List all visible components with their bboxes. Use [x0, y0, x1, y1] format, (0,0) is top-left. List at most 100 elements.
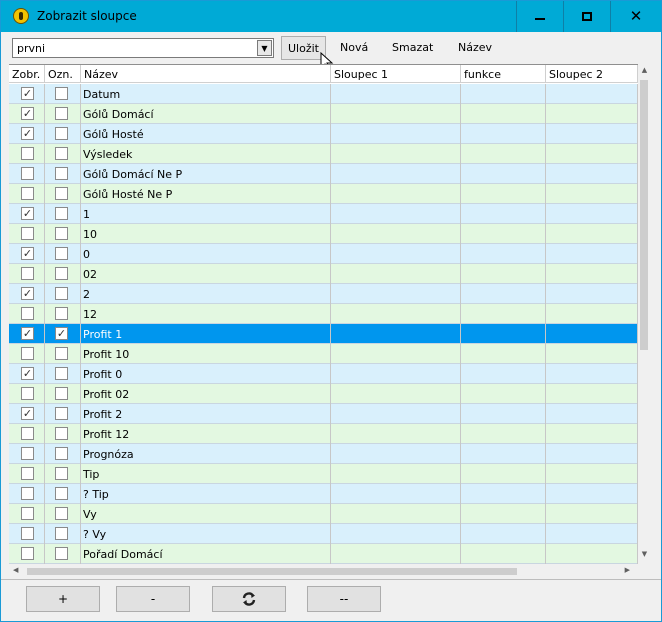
show-checkbox[interactable]: ✓ [21, 367, 34, 380]
mark-checkbox[interactable] [55, 307, 68, 320]
column-2-cell[interactable] [546, 164, 638, 184]
column-name-cell[interactable]: Profit 02 [81, 384, 331, 404]
function-cell[interactable] [461, 544, 546, 564]
column-2-cell[interactable] [546, 284, 638, 304]
show-checkbox[interactable]: ✓ [21, 107, 34, 120]
function-cell[interactable] [461, 344, 546, 364]
column-2-cell[interactable] [546, 184, 638, 204]
column-1-cell[interactable] [331, 304, 461, 324]
column-2-cell[interactable] [546, 504, 638, 524]
column-name-cell[interactable]: Gólů Hosté [81, 124, 331, 144]
column-1-cell[interactable] [331, 504, 461, 524]
function-cell[interactable] [461, 364, 546, 384]
column-name-cell[interactable]: Výsledek [81, 144, 331, 164]
table-row[interactable]: Vy [9, 504, 638, 524]
header-show[interactable]: Zobr. [9, 65, 45, 83]
column-name-cell[interactable]: 1 [81, 204, 331, 224]
column-name-cell[interactable]: 12 [81, 304, 331, 324]
column-2-cell[interactable] [546, 104, 638, 124]
header-column-2[interactable]: Sloupec 2 [546, 65, 638, 83]
column-2-cell[interactable] [546, 204, 638, 224]
function-cell[interactable] [461, 384, 546, 404]
column-1-cell[interactable] [331, 424, 461, 444]
horizontal-scrollbar[interactable]: ◀ ▶ [9, 564, 638, 578]
show-checkbox[interactable]: ✓ [21, 327, 34, 340]
mark-checkbox[interactable] [55, 527, 68, 540]
scroll-left-icon[interactable]: ◀ [13, 566, 18, 574]
column-name-cell[interactable]: Prognóza [81, 444, 331, 464]
function-cell[interactable] [461, 124, 546, 144]
function-cell[interactable] [461, 484, 546, 504]
vertical-scrollbar[interactable]: ▲ ▼ [638, 64, 651, 564]
column-1-cell[interactable] [331, 164, 461, 184]
column-2-cell[interactable] [546, 524, 638, 544]
show-checkbox[interactable] [21, 307, 34, 320]
function-cell[interactable] [461, 524, 546, 544]
remove-button[interactable]: - [116, 586, 190, 612]
show-checkbox[interactable] [21, 467, 34, 480]
mark-checkbox[interactable] [55, 227, 68, 240]
column-name-cell[interactable]: Gólů Domácí Ne P [81, 164, 331, 184]
show-checkbox[interactable] [21, 227, 34, 240]
column-name-cell[interactable]: Gólů Hosté Ne P [81, 184, 331, 204]
column-2-cell[interactable] [546, 484, 638, 504]
column-2-cell[interactable] [546, 84, 638, 104]
refresh-button[interactable] [212, 586, 286, 612]
mark-checkbox[interactable] [55, 207, 68, 220]
function-cell[interactable] [461, 164, 546, 184]
column-2-cell[interactable] [546, 144, 638, 164]
column-2-cell[interactable] [546, 384, 638, 404]
mark-checkbox[interactable] [55, 127, 68, 140]
show-checkbox[interactable]: ✓ [21, 207, 34, 220]
column-name-cell[interactable]: 02 [81, 264, 331, 284]
table-row[interactable]: ✓ 2 [9, 284, 638, 304]
show-checkbox[interactable] [21, 167, 34, 180]
column-1-cell[interactable] [331, 284, 461, 304]
column-name-cell[interactable]: Profit 0 [81, 364, 331, 384]
show-checkbox[interactable] [21, 267, 34, 280]
column-name-cell[interactable]: ? Vy [81, 524, 331, 544]
column-name-cell[interactable]: Vy [81, 504, 331, 524]
column-name-cell[interactable]: Pořadí Domácí [81, 544, 331, 564]
show-checkbox[interactable] [21, 487, 34, 500]
show-checkbox[interactable] [21, 147, 34, 160]
table-row[interactable]: ? Tip [9, 484, 638, 504]
minimize-button[interactable] [516, 1, 563, 32]
mark-checkbox[interactable] [55, 187, 68, 200]
column-2-cell[interactable] [546, 424, 638, 444]
function-cell[interactable] [461, 184, 546, 204]
column-name-cell[interactable]: Profit 12 [81, 424, 331, 444]
table-row[interactable]: ✓ Datum [9, 84, 638, 104]
show-checkbox[interactable]: ✓ [21, 247, 34, 260]
mark-checkbox[interactable] [55, 507, 68, 520]
column-1-cell[interactable] [331, 404, 461, 424]
column-2-cell[interactable] [546, 124, 638, 144]
header-column-1[interactable]: Sloupec 1 [331, 65, 461, 83]
column-1-cell[interactable] [331, 224, 461, 244]
mark-checkbox[interactable] [55, 347, 68, 360]
table-row[interactable]: Prognóza [9, 444, 638, 464]
column-2-cell[interactable] [546, 224, 638, 244]
column-1-cell[interactable] [331, 244, 461, 264]
mark-checkbox[interactable] [55, 547, 68, 560]
show-checkbox[interactable]: ✓ [21, 407, 34, 420]
column-1-cell[interactable] [331, 524, 461, 544]
table-row[interactable]: Profit 10 [9, 344, 638, 364]
function-cell[interactable] [461, 224, 546, 244]
column-1-cell[interactable] [331, 124, 461, 144]
column-2-cell[interactable] [546, 344, 638, 364]
mark-checkbox[interactable] [55, 87, 68, 100]
show-checkbox[interactable] [21, 527, 34, 540]
column-2-cell[interactable] [546, 544, 638, 564]
column-name-cell[interactable]: ? Tip [81, 484, 331, 504]
show-checkbox[interactable] [21, 427, 34, 440]
close-button[interactable]: ✕ [610, 1, 661, 32]
function-cell[interactable] [461, 84, 546, 104]
show-checkbox[interactable]: ✓ [21, 87, 34, 100]
title-bar[interactable]: Zobrazit sloupce ✕ [1, 1, 661, 32]
mark-checkbox[interactable] [55, 167, 68, 180]
column-name-cell[interactable]: Profit 1 [81, 324, 331, 344]
function-cell[interactable] [461, 144, 546, 164]
column-name-cell[interactable]: Profit 2 [81, 404, 331, 424]
column-2-cell[interactable] [546, 444, 638, 464]
